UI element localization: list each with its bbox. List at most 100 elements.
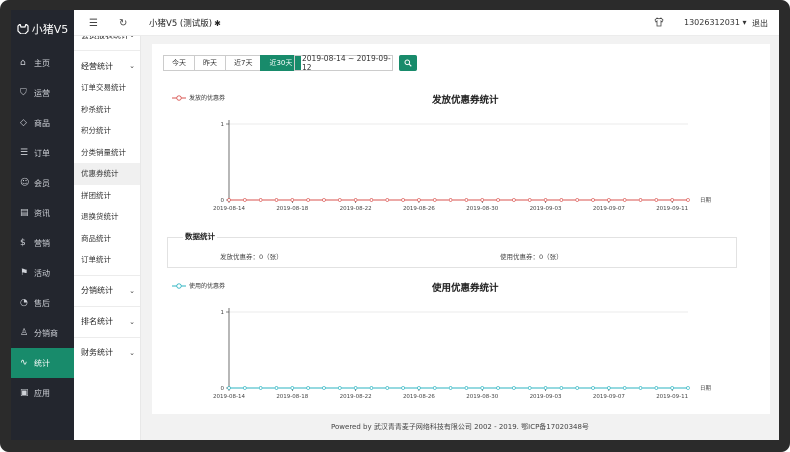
data-point[interactable] [290,198,295,202]
data-point[interactable] [622,386,627,390]
menu-group-distribution[interactable]: 分销统计 ⌄ [74,280,140,302]
data-point[interactable] [258,386,263,390]
submenu-item[interactable]: 退换货统计 [74,206,140,228]
data-point[interactable] [353,386,358,390]
data-point[interactable] [575,198,579,202]
data-point[interactable] [670,386,674,390]
date-range-input[interactable]: 2019-08-14 ~ 2019-09-12 [294,54,393,72]
data-point[interactable] [686,386,690,390]
data-point[interactable] [385,198,389,202]
data-point[interactable] [338,386,342,390]
chart1-legend[interactable]: 发放的优惠券 [172,93,225,102]
shirt-icon[interactable] [654,17,664,27]
data-point[interactable] [512,198,516,202]
range-button[interactable]: 今天 [163,55,195,71]
data-point[interactable] [417,386,421,390]
sidebar-item[interactable]: $ 营销 [11,228,74,258]
data-point[interactable] [528,198,532,202]
data-point[interactable] [433,386,437,390]
submenu-item[interactable]: 分类销量统计 [74,142,140,164]
brand-logo[interactable]: 小猪V5 [11,10,74,48]
submenu-item[interactable]: 拼团统计 [74,185,140,207]
data-point[interactable] [401,386,405,390]
data-point[interactable] [258,198,263,202]
submenu-item[interactable]: 订单交易统计 [74,77,140,99]
data-point[interactable] [322,198,326,202]
data-point[interactable] [543,386,548,390]
submenu-item[interactable]: 秒杀统计 [74,99,140,121]
sidebar-item[interactable]: ▣ 应用 [11,378,74,408]
data-point[interactable] [464,198,469,202]
sidebar-item[interactable]: ♙ 分销商 [11,318,74,348]
data-point[interactable] [274,386,279,390]
logout-link[interactable]: 退出 [752,18,768,29]
data-point[interactable] [353,198,358,202]
data-point[interactable] [512,386,516,390]
gear-icon[interactable]: ✱ [214,19,221,28]
sidebar-item[interactable]: ◔ 售后 [11,288,74,318]
data-point[interactable] [385,386,389,390]
data-point[interactable] [274,198,279,202]
data-point[interactable] [417,198,421,202]
submenu-item[interactable]: 优惠券统计 [74,163,140,185]
data-point[interactable] [290,386,295,390]
data-point[interactable] [306,386,310,390]
data-point[interactable] [322,386,326,390]
data-point[interactable] [480,198,484,202]
data-point[interactable] [306,198,310,202]
data-point[interactable] [543,198,548,202]
data-point[interactable] [401,198,405,202]
data-point[interactable] [369,386,374,390]
data-point[interactable] [686,198,690,202]
data-point[interactable] [496,386,500,390]
sidebar-item[interactable]: ∿ 统计 [11,348,74,378]
data-point[interactable] [464,386,469,390]
data-point[interactable] [654,386,659,390]
data-point[interactable] [591,198,595,202]
refresh-icon[interactable]: ↻ [119,18,127,29]
data-point[interactable] [607,386,611,390]
data-point[interactable] [559,198,564,202]
home-icon: ⌂ [20,57,26,68]
data-point[interactable] [448,386,453,390]
sidebar-item[interactable]: ▤ 资讯 [11,198,74,228]
data-point[interactable] [670,198,674,202]
menu-toggle-icon[interactable]: ☰ [89,18,98,29]
submenu-item[interactable]: 积分统计 [74,120,140,142]
data-point[interactable] [528,386,532,390]
range-button[interactable]: 昨天 [194,55,226,71]
data-point[interactable] [480,386,484,390]
menu-group-finance[interactable]: 财务统计 ⌄ [74,342,140,364]
sidebar-item[interactable]: ☰ 订单 [11,138,74,168]
sidebar-item[interactable]: ☺ 会员 [11,168,74,198]
data-point[interactable] [607,198,611,202]
data-point[interactable] [622,198,627,202]
data-point[interactable] [496,198,500,202]
data-point[interactable] [638,386,643,390]
submenu-item[interactable]: 商品统计 [74,228,140,250]
sidebar-item[interactable]: ⌂ 主页 [11,48,74,78]
menu-group-ranking[interactable]: 排名统计 ⌄ [74,311,140,333]
menu-group-business[interactable]: 经营统计 ⌄ [74,55,140,77]
data-point[interactable] [243,386,247,390]
data-point[interactable] [591,386,595,390]
submenu-item[interactable]: 订单统计 [74,249,140,271]
data-point[interactable] [448,198,453,202]
data-point[interactable] [654,198,659,202]
account-dropdown[interactable]: 13026312031 ▾ [684,18,747,27]
search-button[interactable] [399,55,417,71]
range-button[interactable]: 近7天 [225,55,262,71]
data-point[interactable] [369,198,374,202]
data-point[interactable] [559,386,564,390]
data-point[interactable] [638,198,643,202]
data-point[interactable] [575,386,579,390]
chart2-legend[interactable]: 使用的优惠券 [172,281,225,290]
sidebar-item[interactable]: ◇ 商品 [11,108,74,138]
data-point[interactable] [338,198,342,202]
data-point[interactable] [433,198,437,202]
data-point[interactable] [243,198,247,202]
data-point[interactable] [227,198,231,202]
sidebar-item[interactable]: ⛉ 运营 [11,78,74,108]
data-point[interactable] [227,386,231,390]
sidebar-item[interactable]: ⚑ 活动 [11,258,74,288]
